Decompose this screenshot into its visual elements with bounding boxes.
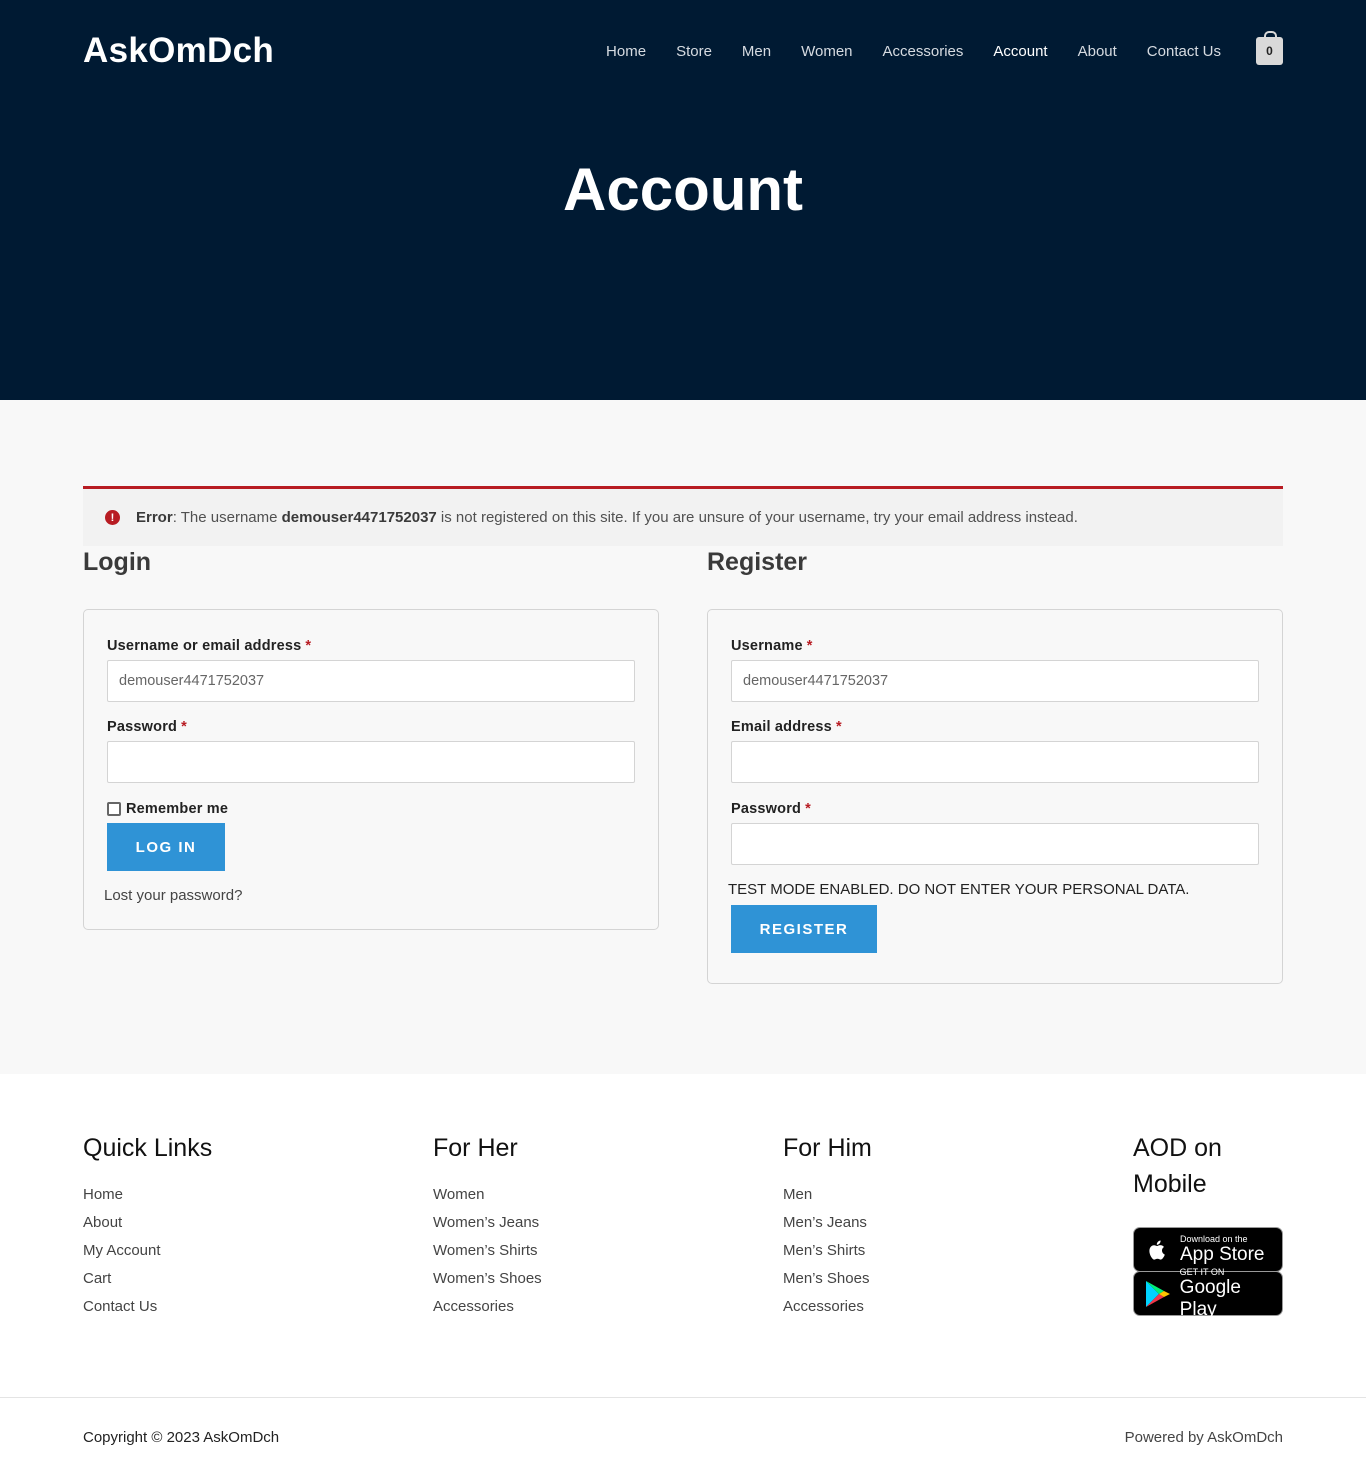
remember-me-checkbox[interactable]: [107, 802, 121, 816]
footer-link[interactable]: Accessories: [783, 1293, 872, 1321]
footer-link[interactable]: Women: [433, 1181, 542, 1209]
required-mark: *: [305, 638, 312, 654]
cart-count: 0: [1266, 44, 1273, 58]
google-play-icon: [1144, 1280, 1172, 1308]
error-message: Error: The username demouser4471752037 i…: [136, 509, 1078, 526]
account-content: ! Error: The username demouser4471752037…: [0, 400, 1366, 1074]
register-title: Register: [707, 548, 808, 576]
footer-link[interactable]: My Account: [83, 1237, 212, 1265]
footer-mobile: AOD on Mobile: [1133, 1130, 1283, 1202]
error-username: demouser4471752037: [281, 509, 437, 526]
footer-link[interactable]: Home: [83, 1181, 212, 1209]
footer-quick-links: Quick Links Home About My Account Cart C…: [83, 1130, 212, 1321]
app-store-small-text: Download on the: [1180, 1233, 1248, 1244]
register-username-label: Username *: [731, 638, 813, 654]
footer-link[interactable]: Men’s Shirts: [783, 1237, 872, 1265]
test-mode-notice: TEST MODE ENABLED. DO NOT ENTER YOUR PER…: [728, 881, 1190, 898]
cart-icon[interactable]: 0: [1256, 31, 1283, 65]
error-label: Error: [136, 509, 173, 526]
footer-link[interactable]: Women’s Shirts: [433, 1237, 542, 1265]
footer-for-her-title: For Her: [433, 1134, 518, 1162]
footer-link[interactable]: Women’s Jeans: [433, 1209, 542, 1237]
google-play-small-text: GET IT ON: [1179, 1266, 1225, 1277]
nav-accessories[interactable]: Accessories: [883, 43, 964, 60]
required-mark: *: [805, 801, 811, 817]
login-password-label: Password *: [107, 719, 187, 735]
site-footer: Quick Links Home About My Account Cart C…: [0, 1074, 1366, 1398]
required-mark: *: [806, 638, 813, 654]
login-form: Username or email address* Password* Rem…: [83, 609, 659, 930]
footer-bottom-bar: Copyright © 2023 AskOmDch Powered by Ask…: [0, 1398, 1366, 1478]
error-suffix: is not registered on this site. If you a…: [436, 509, 1078, 526]
nav-men[interactable]: Men: [742, 43, 771, 60]
nav-home[interactable]: Home: [606, 43, 646, 60]
google-play-big-text: Google Play: [1179, 1276, 1241, 1320]
register-email-label-text: Email address: [731, 719, 832, 735]
remember-me[interactable]: Remember me: [107, 801, 228, 817]
footer-link[interactable]: Men: [783, 1181, 872, 1209]
footer-for-him: For Him Men Men’s Jeans Men’s Shirts Men…: [783, 1130, 872, 1321]
google-play-badge[interactable]: GET IT ON Google Play: [1133, 1267, 1283, 1320]
error-icon: !: [105, 510, 120, 525]
login-username-label-text: Username or email address: [107, 638, 302, 654]
footer-link[interactable]: Contact Us: [83, 1293, 212, 1321]
footer-link[interactable]: Women’s Shoes: [433, 1265, 542, 1293]
required-mark: *: [181, 719, 187, 735]
powered-by-text: Powered by AskOmDch: [1124, 1429, 1283, 1446]
register-form: Username* Email address* Password* TEST …: [707, 609, 1283, 984]
footer-link[interactable]: Men’s Jeans: [783, 1209, 872, 1237]
nav-women[interactable]: Women: [801, 43, 852, 60]
footer-link[interactable]: Cart: [83, 1265, 212, 1293]
footer-link[interactable]: About: [83, 1209, 212, 1237]
register-password-input[interactable]: [731, 823, 1259, 865]
register-password-label-text: Password: [731, 801, 802, 817]
footer-quick-links-title: Quick Links: [83, 1134, 213, 1162]
login-password-input[interactable]: [107, 741, 635, 783]
footer-mobile-title: AOD on Mobile: [1133, 1134, 1222, 1198]
nav-contact[interactable]: Contact Us: [1147, 43, 1221, 60]
error-notice: ! Error: The username demouser4471752037…: [83, 486, 1283, 546]
footer-for-him-title: For Him: [783, 1134, 872, 1162]
nav-about[interactable]: About: [1078, 43, 1117, 60]
main-nav: Home Store Men Women Accessories Account…: [576, 31, 1283, 65]
site-logo[interactable]: AskOmDch: [83, 31, 274, 71]
app-store-big-text: App Store: [1180, 1243, 1265, 1265]
footer-link[interactable]: Accessories: [433, 1293, 542, 1321]
lost-password-link[interactable]: Lost your password?: [104, 887, 242, 904]
footer-for-her: For Her Women Women’s Jeans Women’s Shir…: [433, 1130, 542, 1321]
register-button[interactable]: REGISTER: [731, 905, 877, 953]
page-title: Account: [563, 156, 803, 223]
login-username-label: Username or email address *: [107, 638, 311, 654]
register-username-input[interactable]: [731, 660, 1259, 702]
login-title: Login: [83, 548, 152, 576]
apple-icon: [1144, 1239, 1172, 1261]
app-store-badge[interactable]: Download on the App Store: [1133, 1227, 1283, 1272]
nav-account[interactable]: Account: [993, 43, 1047, 60]
register-email-input[interactable]: [731, 741, 1259, 783]
nav-store[interactable]: Store: [676, 43, 712, 60]
register-password-label: Password *: [731, 801, 811, 817]
site-header: AskOmDch Home Store Men Women Accessorie…: [0, 0, 1366, 400]
copyright-text: Copyright © 2023 AskOmDch: [83, 1429, 280, 1446]
login-button[interactable]: LOG IN: [107, 823, 225, 871]
register-username-label-text: Username: [731, 638, 803, 654]
top-bar: AskOmDch Home Store Men Women Accessorie…: [83, 28, 1283, 74]
error-prefix: : The username: [172, 509, 282, 526]
login-password-label-text: Password: [107, 719, 178, 735]
remember-me-label: Remember me: [126, 801, 229, 817]
login-username-input[interactable]: [107, 660, 635, 702]
register-email-label: Email address *: [731, 719, 842, 735]
required-mark: *: [835, 719, 842, 735]
footer-link[interactable]: Men’s Shoes: [783, 1265, 872, 1293]
